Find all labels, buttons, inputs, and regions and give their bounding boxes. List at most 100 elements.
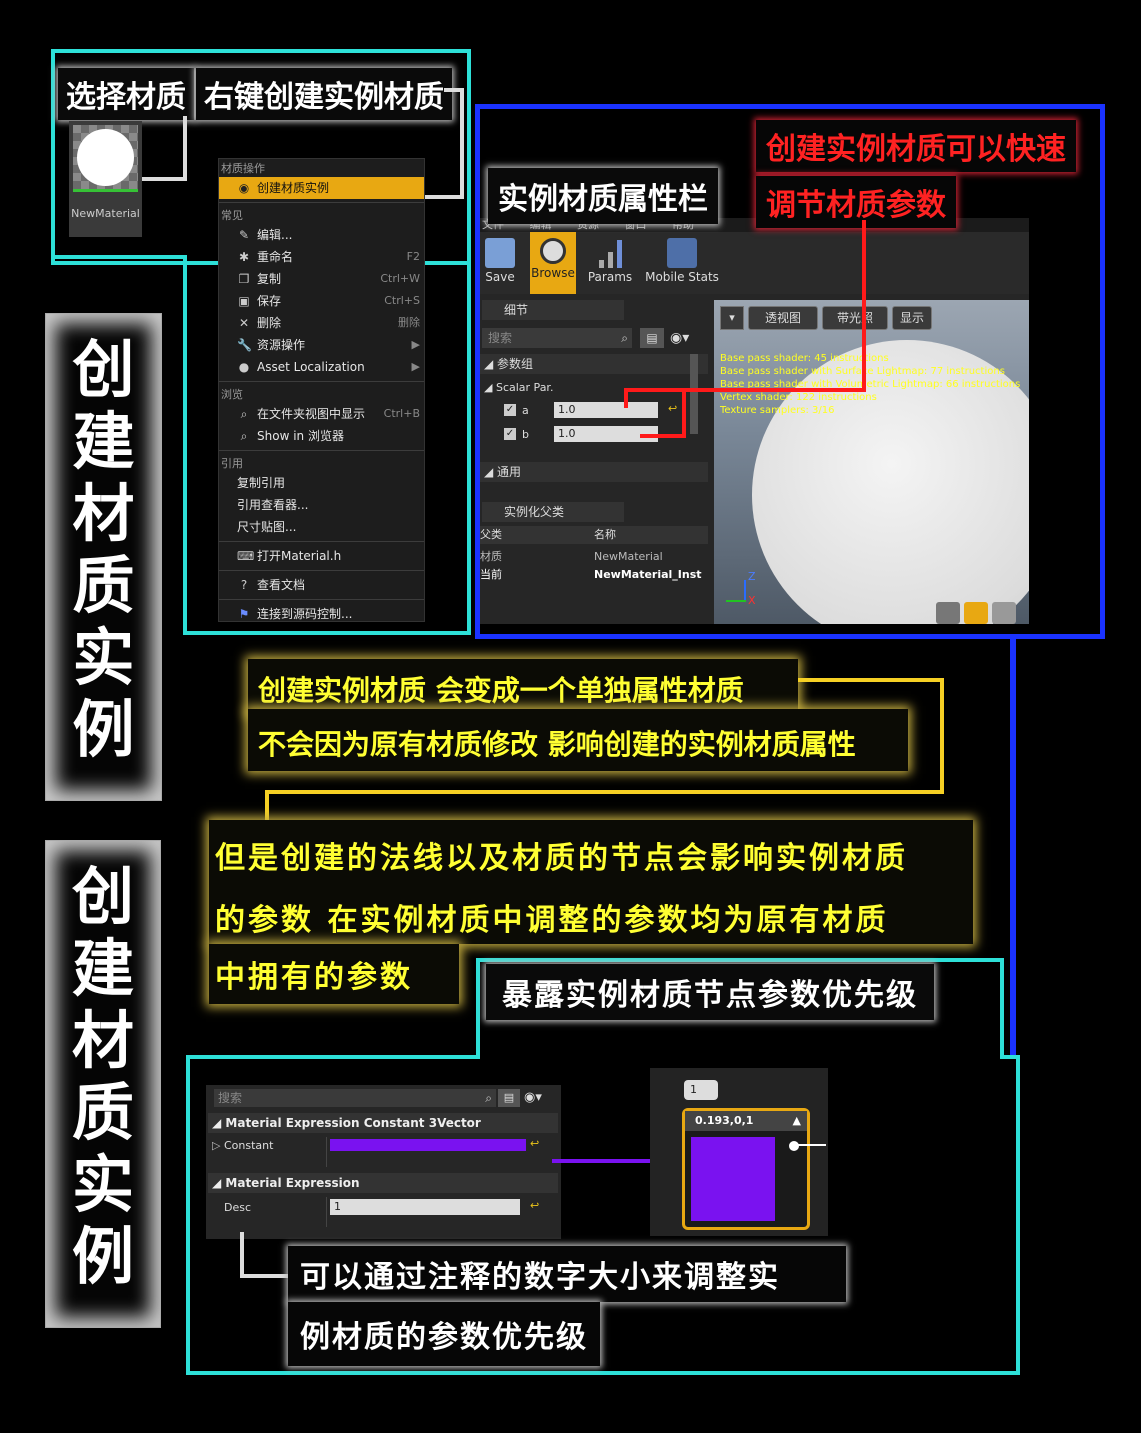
scalar-group-header[interactable]: ◢ Scalar Par.: [484, 378, 554, 398]
column-header: 名称: [594, 528, 616, 541]
constant-node[interactable]: 0.193,0,1 ▲: [682, 1108, 810, 1230]
search-input[interactable]: 搜索 ⌕: [482, 328, 632, 348]
output-pin-icon[interactable]: [789, 1141, 799, 1151]
mobile-stats-button[interactable]: Mobile Stats: [644, 232, 720, 294]
collapse-icon[interactable]: ▲: [793, 1111, 801, 1131]
shortcut: Ctrl+W: [380, 272, 420, 285]
menu-item-asset-localization[interactable]: ● Asset Localization ▶: [219, 356, 424, 378]
red-note-line: 调节材质参数: [756, 176, 956, 228]
color-swatch[interactable]: [330, 1139, 526, 1151]
stat-line: Vertex shader: 122 instructions: [720, 392, 877, 403]
instance-panel-label: 实例材质属性栏: [488, 168, 718, 224]
source-control-icon: ⚑: [238, 607, 250, 621]
title-char: 创: [71, 860, 134, 933]
scrollbar[interactable]: [690, 354, 698, 434]
browse-icon: [540, 238, 566, 264]
yellow-note-4: 中拥有的参数: [209, 944, 459, 1004]
param-name: b: [522, 428, 529, 441]
shortcut: F2: [406, 250, 420, 263]
menu-item-reference-viewer[interactable]: 引用查看器...: [219, 494, 424, 516]
browse-button[interactable]: Browse: [530, 232, 576, 294]
section-header[interactable]: ◢ Material Expression: [208, 1173, 558, 1193]
title-char: 材: [72, 477, 135, 550]
tab-details[interactable]: 细节: [482, 300, 624, 320]
param-group-header[interactable]: ◢ 参数组: [480, 354, 708, 374]
table-cell: NewMaterial_Inst: [594, 568, 702, 581]
param-value-input[interactable]: 1.0: [554, 402, 658, 418]
comment-value: 1: [690, 1083, 697, 1096]
title-char: 材: [71, 1004, 134, 1077]
menu-item-asset-actions[interactable]: 🔧 资源操作 ▶: [219, 334, 424, 356]
param-value: 1.0: [558, 403, 576, 416]
rename-icon: ✱: [238, 250, 250, 264]
button-label: 显示: [899, 311, 924, 325]
eye-icon[interactable]: ◉▾: [524, 1089, 554, 1107]
property-label: Desc: [224, 1201, 252, 1214]
table-row[interactable]: 材质 NewMaterial: [480, 548, 708, 566]
edit-icon: ✎: [238, 228, 250, 242]
menu-item-edit[interactable]: ✎ 编辑...: [219, 224, 424, 246]
table-row[interactable]: 当前 NewMaterial_Inst: [480, 566, 708, 584]
expression-details-panel: 搜索 ⌕ ▤ ◉▾ ◢ Material Expression Constant…: [206, 1085, 561, 1239]
general-group-header[interactable]: ◢ 通用: [480, 462, 708, 482]
section-header[interactable]: ◢ Material Expression Constant 3Vector: [208, 1113, 558, 1133]
menu-item-save[interactable]: ▣ 保存 Ctrl+S: [219, 290, 424, 312]
lit-button[interactable]: 带光照: [822, 306, 888, 330]
asset-tile[interactable]: NewMaterial: [69, 121, 142, 237]
stat-line: Texture samplers: 3/16: [720, 405, 835, 416]
reset-icon[interactable]: ↩: [530, 1137, 539, 1150]
menu-item-duplicate[interactable]: ❐ 复制 Ctrl+W: [219, 268, 424, 290]
reset-icon[interactable]: ↩: [668, 402, 677, 415]
sphere-icon[interactable]: [964, 602, 988, 624]
viewport-menu-button[interactable]: ▾: [720, 306, 744, 330]
title-char: 质: [72, 549, 135, 622]
group-label: 参数组: [497, 357, 534, 371]
tab-parent[interactable]: 实例化父类: [482, 502, 624, 522]
params-button[interactable]: Params: [584, 232, 636, 294]
yellow-note-2: 不会因为原有材质修改 影响创建的实例材质属性: [248, 709, 908, 771]
duplicate-icon: ❐: [238, 272, 250, 286]
plane-icon[interactable]: [992, 602, 1016, 624]
desc-input[interactable]: 1: [330, 1199, 520, 1215]
table-cell: NewMaterial: [594, 550, 663, 563]
title-char: 建: [72, 405, 135, 478]
menu-item-label: 在文件夹视图中显示: [257, 407, 366, 421]
search-input[interactable]: 搜索 ⌕: [214, 1089, 496, 1107]
view-options-icon[interactable]: ▤: [640, 328, 664, 348]
context-menu: 材质操作 ◉ 创建材质实例 常见 ✎ 编辑... ✱ 重命名 F2 ❐ 复制 Ctrl+W …: [218, 158, 425, 622]
expand-icon[interactable]: ▷: [212, 1139, 220, 1152]
menu-item-label: 连接到源码控制...: [257, 607, 353, 621]
axis-gizmo: Z X: [722, 570, 762, 610]
view-options-icon[interactable]: ▤: [498, 1089, 520, 1107]
cylinder-icon[interactable]: [936, 602, 960, 624]
toolbar-label: Mobile Stats: [645, 270, 719, 284]
note-line: 不会因为原有材质修改 影响创建的实例材质属性: [258, 728, 856, 761]
section-title: Material Expression Constant 3Vector: [225, 1116, 481, 1130]
viewport[interactable]: ▾ 透视图 带光照 显示 Base pass shader: 45 instru…: [714, 300, 1029, 624]
perspective-button[interactable]: 透视图: [748, 306, 818, 330]
menu-item-source-control[interactable]: ⚑ 连接到源码控制...: [219, 603, 424, 625]
checkbox[interactable]: ✓: [504, 428, 516, 440]
menu-item-open-header[interactable]: ⌨ 打开Material.h: [219, 545, 424, 567]
eye-icon[interactable]: ◉▾: [670, 328, 700, 348]
constant-row: ▷ Constant ↩: [208, 1137, 558, 1167]
comment-bubble[interactable]: 1: [684, 1080, 718, 1100]
sphere-icon: [77, 129, 134, 186]
reset-icon[interactable]: ↩: [530, 1199, 539, 1212]
note-line: 创建实例材质 会变成一个单独属性材质: [258, 674, 744, 707]
menu-item-show-in-browser[interactable]: ⌕ Show in 浏览器: [219, 425, 424, 447]
menu-item-create-instance[interactable]: ◉ 创建材质实例: [219, 177, 424, 199]
menu-item-view-docs[interactable]: ? 查看文档: [219, 574, 424, 596]
save-button[interactable]: Save: [482, 232, 518, 294]
menu-item-show-in-folder[interactable]: ⌕ 在文件夹视图中显示 Ctrl+B: [219, 403, 424, 425]
show-button[interactable]: 显示: [892, 306, 932, 330]
checkbox[interactable]: ✓: [504, 404, 516, 416]
menu-item-label: 重命名: [257, 250, 294, 264]
param-name: a: [522, 404, 529, 417]
menu-item-copy-reference[interactable]: 复制引用: [219, 472, 424, 494]
menu-item-rename[interactable]: ✱ 重命名 F2: [219, 246, 424, 268]
menu-item-delete[interactable]: ✕ 删除 删除: [219, 312, 424, 334]
group-label: 通用: [497, 465, 522, 479]
menu-item-size-map[interactable]: 尺寸贴图...: [219, 516, 424, 538]
preview-shape-buttons[interactable]: [936, 600, 1026, 624]
